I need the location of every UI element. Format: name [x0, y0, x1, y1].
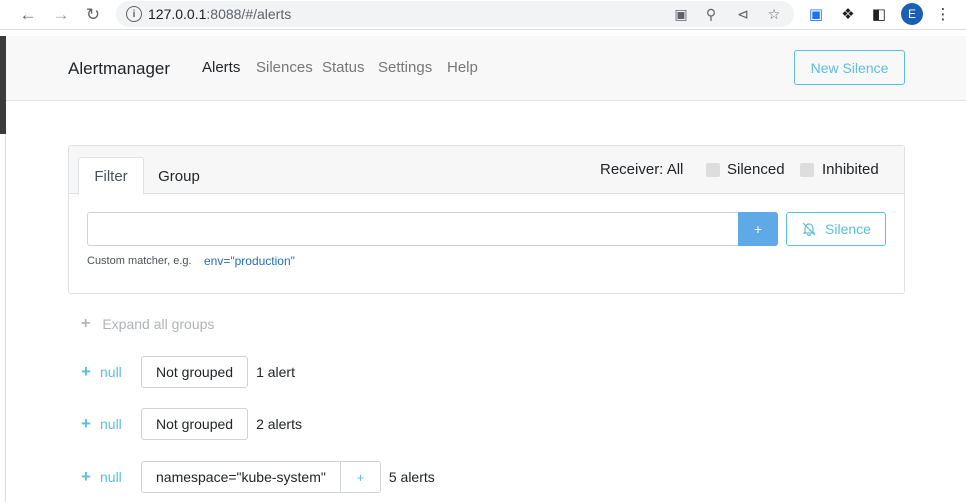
tab-group[interactable]: Group [151, 157, 207, 195]
url-text: 127.0.0.1:8088/#/alerts [148, 6, 291, 22]
add-matcher-button[interactable]: + [738, 212, 778, 246]
matcher-hint: Custom matcher, e.g. [87, 255, 192, 267]
alert-group: + null Not grouped 1 alert [81, 356, 295, 388]
filter-card-header: Filter Group Receiver: All Silenced Inhi… [69, 146, 904, 195]
brand-title[interactable]: Alertmanager [68, 59, 170, 79]
expand-group-icon[interactable]: + [81, 414, 95, 434]
silenced-checkbox[interactable] [706, 163, 720, 177]
app-navbar: Alertmanager Alerts Silences Status Sett… [6, 36, 966, 101]
nav-help[interactable]: Help [447, 59, 478, 76]
nav-settings[interactable]: Settings [378, 59, 432, 76]
matcher-example: env="production" [204, 254, 295, 268]
inhibited-label[interactable]: Inhibited [822, 161, 879, 178]
bookmark-star-icon[interactable]: ☆ [764, 4, 784, 24]
reload-icon[interactable]: ↻ [81, 3, 105, 27]
silence-button-label: Silence [825, 221, 871, 237]
profile-avatar[interactable]: E [901, 3, 923, 25]
group-receiver[interactable]: null [100, 416, 141, 432]
group-label[interactable]: namespace="kube-system" [141, 461, 341, 493]
forward-icon[interactable]: → [49, 3, 73, 27]
add-group-filter-button[interactable]: + [340, 461, 381, 493]
group-label[interactable]: Not grouped [141, 408, 249, 440]
expand-group-icon[interactable]: + [81, 467, 95, 487]
extensions-puzzle-icon[interactable]: ❖ [837, 3, 859, 25]
bell-slash-icon [802, 222, 816, 237]
alert-group: + null namespace="kube-system" + 5 alert… [81, 461, 435, 493]
address-bar[interactable]: i 127.0.0.1:8088/#/alerts ▣ ⚲ ⊲ ☆ [116, 1, 794, 27]
translate-icon[interactable]: ▣ [671, 4, 691, 24]
group-label[interactable]: Not grouped [141, 356, 249, 388]
nav-silences[interactable]: Silences [256, 59, 313, 76]
site-info-icon[interactable]: i [126, 6, 142, 22]
group-receiver[interactable]: null [100, 469, 141, 485]
filter-card: Filter Group Receiver: All Silenced Inhi… [68, 145, 905, 294]
new-silence-button[interactable]: New Silence [794, 50, 905, 85]
screenshot-extension-icon[interactable]: ▣ [805, 3, 827, 25]
url-host: 127.0.0.1 [148, 6, 207, 22]
tab-filter[interactable]: Filter [78, 157, 144, 195]
nav-alerts[interactable]: Alerts [202, 59, 240, 76]
silence-button[interactable]: Silence [786, 212, 886, 246]
side-panel-icon[interactable]: ◧ [868, 3, 890, 25]
browser-toolbar: ← → ↻ i 127.0.0.1:8088/#/alerts ▣ ⚲ ⊲ ☆ … [0, 0, 966, 30]
nav-status[interactable]: Status [322, 59, 365, 76]
zoom-icon[interactable]: ⚲ [701, 4, 721, 24]
silenced-label[interactable]: Silenced [727, 161, 785, 178]
expand-all-label: Expand all groups [102, 316, 215, 332]
url-path: :8088/#/alerts [206, 6, 292, 22]
group-alert-count: 1 alert [256, 364, 295, 380]
expand-group-icon[interactable]: + [81, 362, 95, 382]
group-receiver[interactable]: null [100, 364, 141, 380]
plus-icon: + [81, 315, 91, 332]
inhibited-checkbox[interactable] [800, 163, 814, 177]
matcher-input[interactable] [87, 212, 738, 246]
group-alert-count: 2 alerts [256, 416, 302, 432]
share-icon[interactable]: ⊲ [733, 4, 753, 24]
browser-menu-icon[interactable]: ⋮ [932, 3, 954, 25]
expand-all-groups[interactable]: + Expand all groups [81, 315, 214, 333]
group-alert-count: 5 alerts [388, 469, 435, 485]
alert-group: + null Not grouped 2 alerts [81, 408, 302, 440]
back-icon[interactable]: ← [16, 3, 40, 27]
receiver-selector[interactable]: Receiver: All [600, 161, 683, 178]
